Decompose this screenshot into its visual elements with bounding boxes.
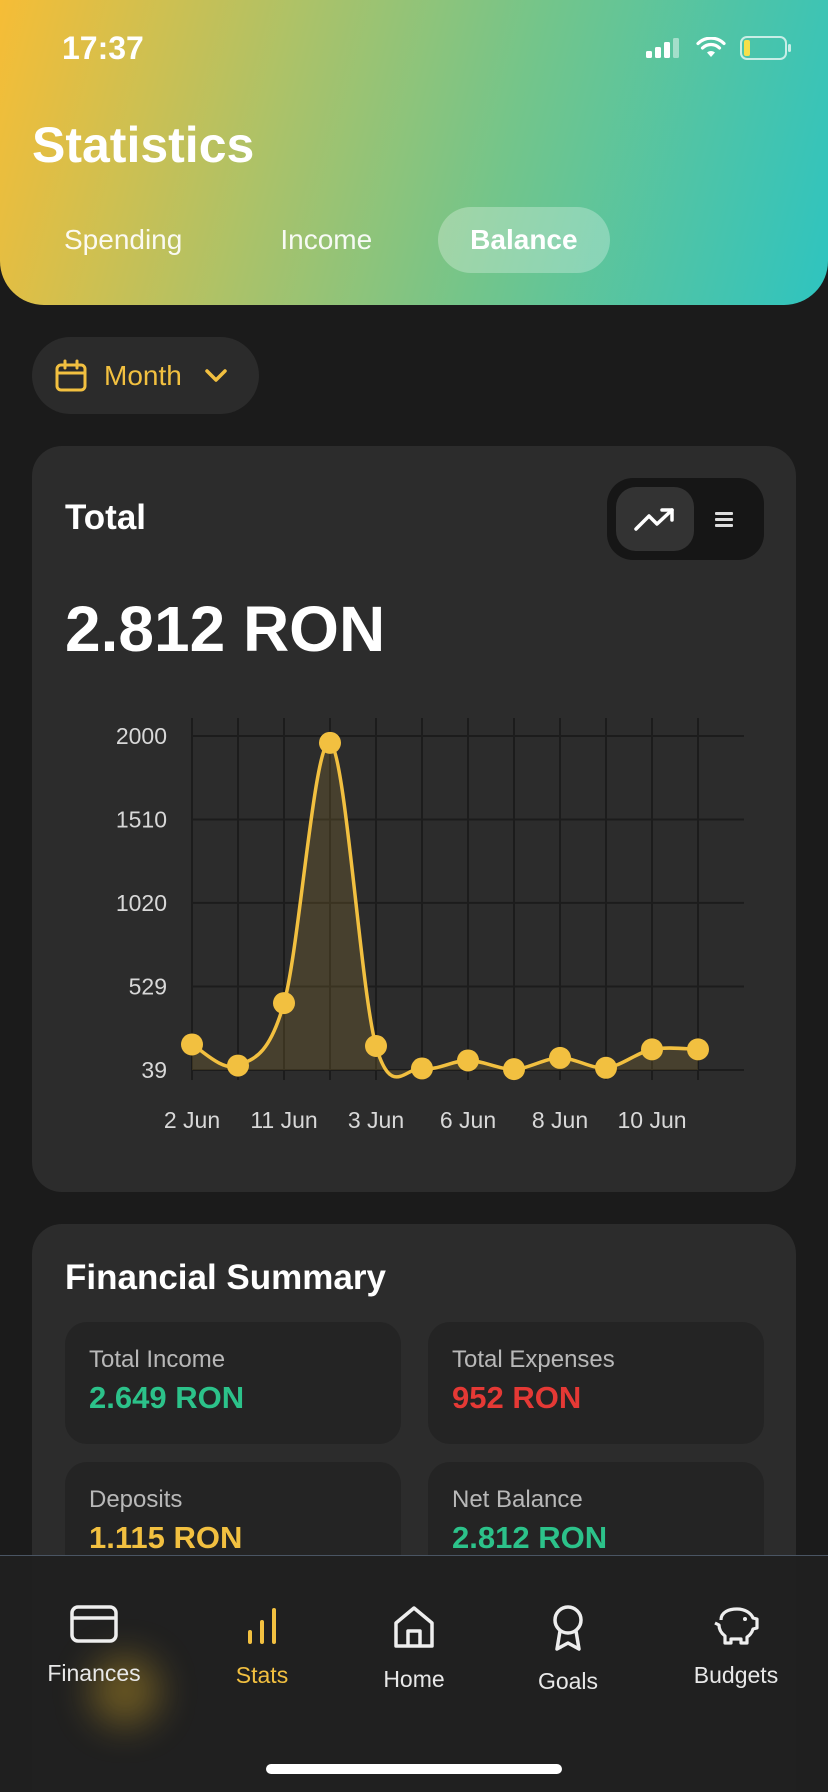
x-tick-label: 8 Jun [532,1107,588,1133]
tab-spending[interactable]: Spending [32,207,214,273]
bottom-nav: Finances Stats Home Goals Budgets [0,1555,828,1792]
period-selector-button[interactable]: Month [32,337,259,414]
balance-chart: 39 529 1020 1510 2000 2 Jun 11 Jun 3 Jun 6 Jun 8 … [116,718,744,1133]
status-time: 17:37 [62,30,144,66]
nav-label: Budgets [693,1662,779,1688]
data-point [365,1034,387,1057]
data-point [319,731,341,754]
nav-finances[interactable]: Finances [24,1604,164,1687]
series-area [192,742,698,1077]
total-card: Total 2.812 RON 39 529 1020 1510 2000 2 Jun 11… [32,446,796,1192]
stat-value: 952 RON [452,1380,582,1415]
y-tick-label: 1020 [116,890,167,916]
nav-home[interactable]: Home [344,1604,484,1693]
calendar-icon [55,359,87,391]
card-icon [70,1605,118,1643]
data-point [411,1057,433,1080]
header: 17:37 Statistics Spending Income Balance [0,0,828,305]
stat-label: Deposits [89,1486,183,1513]
nav-label: Goals [537,1668,599,1694]
x-tick-label: 6 Jun [440,1107,496,1133]
period-label: Month [104,359,182,391]
battery-icon [740,36,791,60]
stat-label: Total Income [89,1346,226,1373]
home-indicator [266,1764,562,1774]
page-title: Statistics [32,117,255,173]
summary-title: Financial Summary [65,1258,386,1297]
stat-label: Net Balance [452,1486,583,1513]
home-icon [394,1606,434,1648]
piggy-bank-icon [714,1607,759,1645]
total-income-box: Total Income 2.649 RON [65,1322,401,1444]
nav-label: Finances [47,1660,141,1686]
data-point [641,1038,663,1061]
data-point [181,1033,203,1056]
x-tick-label: 11 Jun [250,1107,317,1133]
nav-stats[interactable]: Stats [192,1604,332,1689]
stat-label: Total Expenses [452,1346,615,1373]
stat-value: 2.649 RON [89,1380,245,1415]
y-tick-label: 2000 [116,723,167,749]
y-tick-label: 529 [129,974,167,1000]
series-line [191,741,699,1079]
tab-balance[interactable]: Balance [438,207,610,273]
x-tick-label: 3 Jun [348,1107,404,1133]
nav-goals[interactable]: Goals [498,1604,638,1695]
y-tick-label: 1510 [116,806,167,832]
stat-value: 1.115 RON [89,1520,243,1555]
nav-label: Home [383,1666,445,1692]
y-tick-label: 39 [141,1057,167,1083]
nav-budgets[interactable]: Budgets [666,1604,806,1689]
data-point [273,992,295,1015]
data-point [503,1058,525,1081]
bar-chart-icon [248,1608,276,1644]
signal-icon [646,38,679,58]
award-icon [553,1605,583,1651]
data-point [227,1054,249,1077]
tab-income[interactable]: Income [248,207,404,273]
total-expenses-box: Total Expenses 952 RON [428,1322,764,1444]
stat-value: 2.812 RON [452,1520,608,1555]
chevron-down-icon [205,368,227,382]
x-tick-label: 2 Jun [164,1107,220,1133]
nav-label: Stats [235,1662,289,1688]
data-point [687,1038,709,1061]
status-icons [646,36,792,60]
x-tick-label: 10 Jun [617,1107,686,1133]
data-point [595,1056,617,1079]
data-point [457,1049,479,1072]
wifi-icon [696,37,726,57]
tab-bar: Spending Income Balance [32,207,624,273]
data-point [549,1046,571,1069]
